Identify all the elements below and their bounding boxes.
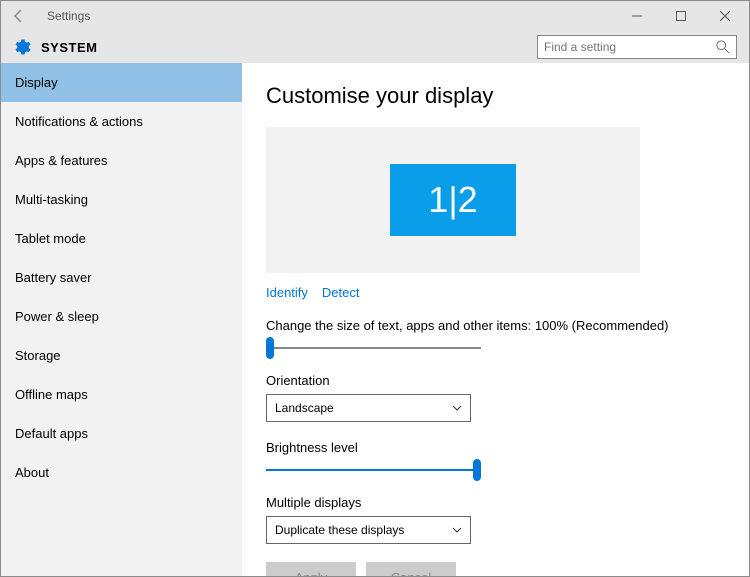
- identify-link[interactable]: Identify: [266, 285, 308, 300]
- detect-link[interactable]: Detect: [322, 285, 360, 300]
- sidebar-item-label: Default apps: [15, 426, 88, 441]
- search-input[interactable]: [544, 40, 716, 54]
- sidebar-item-label: Power & sleep: [15, 309, 99, 324]
- chevron-down-icon: [452, 525, 462, 535]
- sidebar-item-offline-maps[interactable]: Offline maps: [1, 375, 242, 414]
- multiple-displays-label: Multiple displays: [266, 495, 749, 510]
- orientation-value: Landscape: [275, 401, 334, 415]
- multiple-displays-value: Duplicate these displays: [275, 523, 404, 537]
- header-bar: SYSTEM: [1, 31, 749, 63]
- scale-slider[interactable]: [266, 339, 481, 357]
- sidebar-item-multitasking[interactable]: Multi-tasking: [1, 180, 242, 219]
- maximize-button[interactable]: [659, 2, 703, 30]
- cancel-button[interactable]: Cancel: [366, 562, 456, 576]
- sidebar-item-display[interactable]: Display: [1, 63, 242, 102]
- sidebar: Display Notifications & actions Apps & f…: [1, 63, 242, 576]
- sidebar-item-label: Offline maps: [15, 387, 88, 402]
- header-title: SYSTEM: [41, 40, 97, 55]
- back-arrow-icon: [11, 8, 27, 24]
- content-pane: Customise your display 1|2 Identify Dete…: [242, 63, 749, 576]
- titlebar: Settings: [1, 1, 749, 31]
- maximize-icon: [676, 11, 686, 21]
- sidebar-item-label: Apps & features: [15, 153, 108, 168]
- scale-label: Change the size of text, apps and other …: [266, 318, 749, 333]
- sidebar-item-notifications[interactable]: Notifications & actions: [1, 102, 242, 141]
- close-button[interactable]: [703, 2, 747, 30]
- search-icon: [716, 40, 730, 54]
- minimize-button[interactable]: [615, 2, 659, 30]
- close-icon: [720, 11, 730, 21]
- sidebar-item-label: Tablet mode: [15, 231, 86, 246]
- back-button[interactable]: [7, 4, 31, 28]
- display-preview[interactable]: 1|2: [266, 127, 640, 273]
- multiple-displays-select[interactable]: Duplicate these displays: [266, 516, 471, 544]
- sidebar-item-storage[interactable]: Storage: [1, 336, 242, 375]
- brightness-slider[interactable]: [266, 461, 481, 479]
- chevron-down-icon: [452, 403, 462, 413]
- monitor-thumbnail[interactable]: 1|2: [390, 164, 516, 236]
- orientation-select[interactable]: Landscape: [266, 394, 471, 422]
- minimize-icon: [632, 11, 642, 21]
- sidebar-item-about[interactable]: About: [1, 453, 242, 492]
- sidebar-item-default-apps[interactable]: Default apps: [1, 414, 242, 453]
- window-controls: [615, 2, 747, 30]
- sidebar-item-label: Battery saver: [15, 270, 92, 285]
- brightness-label: Brightness level: [266, 440, 749, 455]
- sidebar-item-label: Notifications & actions: [15, 114, 143, 129]
- orientation-label: Orientation: [266, 373, 749, 388]
- window-title: Settings: [47, 9, 90, 23]
- sidebar-item-label: Display: [15, 75, 58, 90]
- apply-button[interactable]: Apply: [266, 562, 356, 576]
- page-title: Customise your display: [266, 83, 749, 109]
- sidebar-item-label: About: [15, 465, 49, 480]
- sidebar-item-apps-features[interactable]: Apps & features: [1, 141, 242, 180]
- slider-thumb[interactable]: [266, 337, 274, 359]
- sidebar-item-power-sleep[interactable]: Power & sleep: [1, 297, 242, 336]
- sidebar-item-label: Multi-tasking: [15, 192, 88, 207]
- sidebar-item-label: Storage: [15, 348, 61, 363]
- sidebar-item-tablet-mode[interactable]: Tablet mode: [1, 219, 242, 258]
- gear-icon: [11, 37, 31, 57]
- monitor-label: 1|2: [428, 179, 477, 221]
- slider-thumb[interactable]: [473, 459, 481, 481]
- sidebar-item-battery-saver[interactable]: Battery saver: [1, 258, 242, 297]
- search-box[interactable]: [537, 35, 737, 59]
